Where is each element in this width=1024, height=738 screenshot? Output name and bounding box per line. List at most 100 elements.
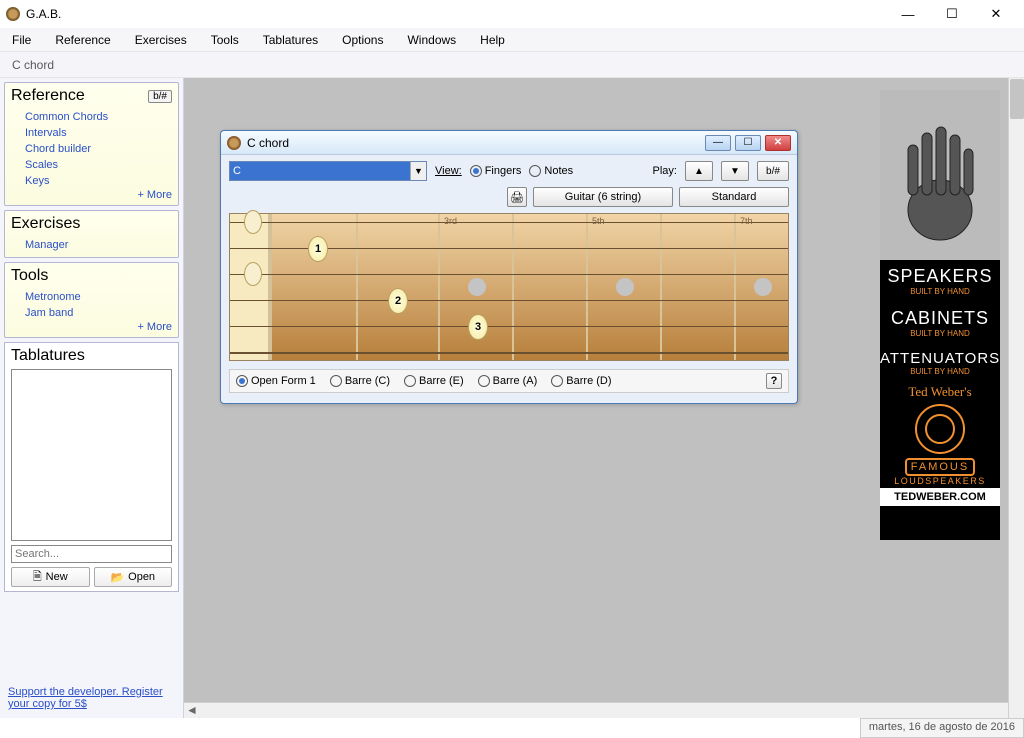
open-string-marker — [244, 262, 262, 286]
advertisement[interactable]: SPEAKERSBUILT BY HAND CABINETSBUILT BY H… — [880, 90, 1000, 540]
panel-tools: Tools Metronome Jam band + More — [4, 262, 179, 338]
chord-select[interactable]: ▼ — [229, 161, 427, 181]
tuning-button[interactable]: Standard — [679, 187, 789, 207]
ref-intervals[interactable]: Intervals — [25, 125, 172, 141]
fret-marker — [754, 278, 772, 296]
radio-icon — [529, 165, 541, 177]
radio-icon — [330, 375, 342, 387]
radio-icon — [236, 375, 248, 387]
finger-marker-3: 3 — [468, 314, 488, 340]
maximize-button[interactable]: ☐ — [930, 0, 974, 28]
tablatures-open-button[interactable]: 📂Open — [94, 567, 173, 587]
radio-icon — [478, 375, 490, 387]
tablatures-new-button[interactable]: 🗎New — [11, 567, 90, 587]
app-icon — [6, 7, 20, 21]
panel-tools-title: Tools — [11, 267, 172, 285]
chord-window-icon — [227, 136, 241, 150]
close-button[interactable]: ✕ — [974, 0, 1018, 28]
ref-chord-builder[interactable]: Chord builder — [25, 141, 172, 157]
chord-window-close[interactable]: ✕ — [765, 135, 791, 151]
view-fingers-radio[interactable]: Fingers — [470, 165, 522, 177]
ref-keys[interactable]: Keys — [25, 173, 172, 189]
title-bar: G.A.B. — ☐ ✕ — [0, 0, 1024, 28]
minimize-button[interactable]: — — [886, 0, 930, 28]
form-barre-e[interactable]: Barre (E) — [404, 375, 464, 387]
tools-more[interactable]: + More — [11, 321, 172, 333]
chord-window-body: ▼ View: Fingers Notes Play: ▲ ▼ b/# 🖨 Gu… — [221, 155, 797, 403]
window-controls: — ☐ ✕ — [886, 0, 1018, 28]
ad-speakers: SPEAKERS — [880, 266, 1000, 287]
finger-marker-1: 1 — [308, 236, 328, 262]
chord-window-titlebar[interactable]: C chord — ☐ ✕ — [221, 131, 797, 155]
main-area: Reference b/# Common Chords Intervals Ch… — [0, 78, 1024, 718]
ref-more[interactable]: + More — [11, 189, 172, 201]
view-label: View: — [435, 165, 462, 177]
play-up-button[interactable]: ▲ — [685, 161, 713, 181]
fret-marker — [616, 278, 634, 296]
status-bar-date: martes, 16 de agosto de 2016 — [860, 718, 1024, 738]
finger-marker-2: 2 — [388, 288, 408, 314]
fret-marker — [468, 278, 486, 296]
tools-metronome[interactable]: Metronome — [25, 289, 172, 305]
fretboard-nut — [230, 214, 272, 360]
menu-options[interactable]: Options — [336, 31, 389, 49]
help-button[interactable]: ? — [766, 373, 782, 389]
breadcrumb: C chord — [0, 52, 1024, 78]
ref-scales[interactable]: Scales — [25, 157, 172, 173]
ad-attenuators: ATTENUATORS — [880, 350, 1000, 367]
view-notes-radio[interactable]: Notes — [529, 165, 573, 177]
exercises-manager[interactable]: Manager — [25, 237, 172, 253]
chord-window-maximize[interactable]: ☐ — [735, 135, 761, 151]
form-barre-d[interactable]: Barre (D) — [551, 375, 611, 387]
menu-tablatures[interactable]: Tablatures — [257, 31, 324, 49]
play-down-button[interactable]: ▼ — [721, 161, 749, 181]
menu-help[interactable]: Help — [474, 31, 511, 49]
breadcrumb-text: C chord — [12, 58, 54, 72]
panel-tablatures-title: Tablatures — [11, 347, 172, 365]
tools-jam-band[interactable]: Jam band — [25, 305, 172, 321]
open-string-marker — [244, 210, 262, 234]
horizontal-scrollbar[interactable]: ◄ — [184, 702, 1008, 718]
menu-reference[interactable]: Reference — [49, 31, 116, 49]
fret-label-7: 7th — [740, 216, 753, 226]
tablatures-search-input[interactable] — [11, 545, 172, 563]
ad-cabinets: CABINETS — [880, 308, 1000, 329]
app-title: G.A.B. — [26, 7, 61, 21]
chord-window-minimize[interactable]: — — [705, 135, 731, 151]
instrument-button[interactable]: Guitar (6 string) — [533, 187, 673, 207]
file-icon: 🗎 — [33, 568, 42, 587]
panel-tablatures: Tablatures 🗎New 📂Open — [4, 342, 179, 592]
support-link[interactable]: Support the developer. Register your cop… — [4, 682, 179, 714]
tablatures-list[interactable] — [11, 369, 172, 541]
fret-label-5: 5th — [592, 216, 605, 226]
menu-tools[interactable]: Tools — [205, 31, 245, 49]
chevron-down-icon[interactable]: ▼ — [410, 162, 426, 180]
panel-reference-title: Reference — [11, 87, 85, 105]
sharp-flat-button[interactable]: b/# — [757, 161, 789, 181]
sharp-flat-toggle[interactable]: b/# — [148, 90, 172, 103]
form-barre-c[interactable]: Barre (C) — [330, 375, 390, 387]
radio-icon — [404, 375, 416, 387]
menu-windows[interactable]: Windows — [401, 31, 462, 49]
vertical-scrollbar[interactable] — [1008, 78, 1024, 718]
chord-window: C chord — ☐ ✕ ▼ View: Fingers Notes — [220, 130, 798, 404]
radio-icon — [551, 375, 563, 387]
workspace: C chord — ☐ ✕ ▼ View: Fingers Notes — [184, 78, 1024, 718]
ad-url: TEDWEBER.COM — [880, 488, 1000, 506]
fretboard[interactable]: 3rd 5th 7th 1 2 3 — [229, 213, 789, 361]
print-button[interactable]: 🖨 — [507, 187, 527, 207]
panel-exercises: Exercises Manager — [4, 210, 179, 258]
chord-window-title: C chord — [247, 136, 289, 150]
menu-file[interactable]: File — [6, 31, 37, 49]
sidebar: Reference b/# Common Chords Intervals Ch… — [0, 78, 184, 718]
ref-common-chords[interactable]: Common Chords — [25, 109, 172, 125]
play-label: Play: — [653, 165, 677, 177]
form-open-1[interactable]: Open Form 1 — [236, 375, 316, 387]
panel-exercises-title: Exercises — [11, 215, 172, 233]
menu-bar: File Reference Exercises Tools Tablature… — [0, 28, 1024, 52]
ad-speaker-icon — [915, 404, 965, 454]
chord-select-input[interactable] — [230, 162, 410, 180]
panel-reference: Reference b/# Common Chords Intervals Ch… — [4, 82, 179, 206]
menu-exercises[interactable]: Exercises — [129, 31, 193, 49]
form-barre-a[interactable]: Barre (A) — [478, 375, 538, 387]
